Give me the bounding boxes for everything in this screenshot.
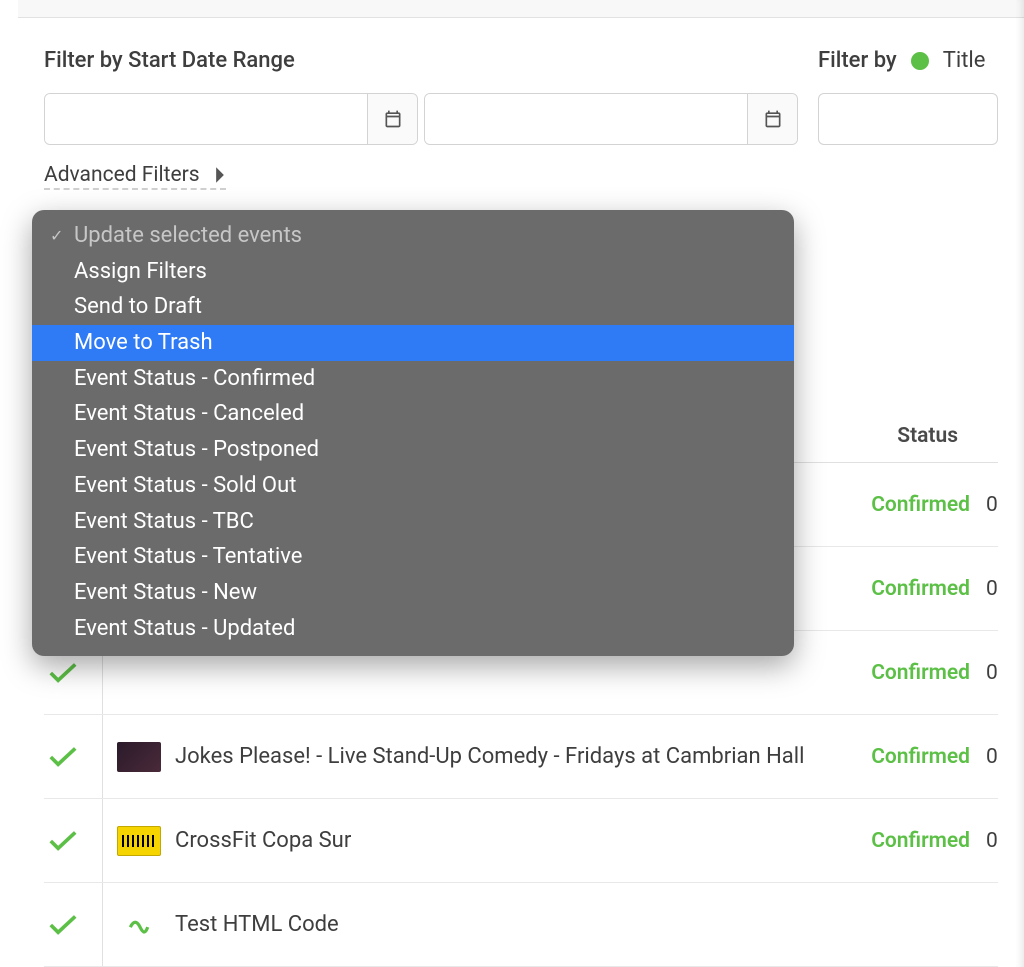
end-date-input[interactable] [425, 94, 747, 144]
row-status: Confirmed [871, 577, 986, 601]
dropdown-item[interactable]: ✓Event Status - Updated [32, 611, 794, 647]
row-extra: 0 [986, 493, 998, 517]
dropdown-item-label: Event Status - Updated [74, 614, 295, 644]
row-extra: 0 [986, 577, 998, 601]
status-column-header: Status [897, 424, 998, 448]
dropdown-item-label: Event Status - New [74, 578, 257, 608]
bulk-action-dropdown[interactable]: ✓ Update selected events✓Assign Filters✓S… [32, 210, 794, 656]
dropdown-item[interactable]: ✓Event Status - Tentative [32, 539, 794, 575]
row-extra: 0 [986, 661, 998, 685]
check-icon [48, 914, 78, 936]
date-range-label: Filter by Start Date Range [44, 48, 798, 73]
dropdown-item[interactable]: ✓Event Status - TBC [32, 504, 794, 540]
dropdown-item[interactable]: ✓Event Status - New [32, 575, 794, 611]
calendar-icon [383, 109, 403, 129]
row-selected-check[interactable] [44, 914, 102, 936]
dropdown-item-label: Event Status - TBC [74, 507, 254, 537]
filter-by-input[interactable] [818, 93, 998, 145]
table-row[interactable]: Test HTML Code [44, 883, 998, 967]
start-date-calendar-button[interactable] [367, 94, 417, 144]
dropdown-item[interactable]: ✓Event Status - Sold Out [32, 468, 794, 504]
end-date-calendar-button[interactable] [747, 94, 797, 144]
dropdown-item[interactable]: ✓Event Status - Canceled [32, 396, 794, 432]
end-date-field-wrap [424, 93, 798, 145]
dropdown-item[interactable]: ✓Move to Trash [32, 325, 794, 361]
check-icon [48, 830, 78, 852]
dropdown-item-label: Update selected events [74, 221, 302, 251]
row-extra: 0 [986, 745, 998, 769]
filter-by-label: Filter by [818, 48, 897, 73]
event-thumbnail [117, 826, 161, 856]
dropdown-item-label: Assign Filters [74, 257, 207, 287]
row-status: Confirmed [871, 493, 986, 517]
checkmark-icon: ✓ [50, 225, 66, 247]
row-extra: 0 [986, 829, 998, 853]
row-title: Test HTML Code [175, 912, 970, 937]
chevron-right-icon [214, 166, 226, 184]
dropdown-item-label: Event Status - Tentative [74, 542, 302, 572]
dropdown-item[interactable]: ✓Send to Draft [32, 289, 794, 325]
dropdown-item-label: Event Status - Confirmed [74, 364, 315, 394]
row-status: Confirmed [871, 829, 986, 853]
row-selected-check[interactable] [44, 662, 102, 684]
check-icon [48, 662, 78, 684]
dropdown-item[interactable]: ✓Event Status - Postponed [32, 432, 794, 468]
calendar-icon [763, 109, 783, 129]
dropdown-item[interactable]: ✓Assign Filters [32, 254, 794, 290]
filter-by-title-label: Title [943, 48, 986, 73]
start-date-field-wrap [44, 93, 418, 145]
table-row[interactable]: Jokes Please! - Live Stand-Up Comedy - F… [44, 715, 998, 799]
dropdown-item[interactable]: ✓Event Status - Confirmed [32, 361, 794, 397]
row-title: Jokes Please! - Live Stand-Up Comedy - F… [175, 744, 871, 769]
row-status: Confirmed [871, 745, 986, 769]
dropdown-item-label: Event Status - Postponed [74, 435, 319, 465]
row-selected-check[interactable] [44, 746, 102, 768]
table-row[interactable]: CrossFit Copa Sur Confirmed 0 [44, 799, 998, 883]
dropdown-item-label: Event Status - Canceled [74, 399, 304, 429]
row-status: Confirmed [871, 661, 986, 685]
start-date-input[interactable] [45, 94, 367, 144]
advanced-filters-label: Advanced Filters [44, 163, 200, 187]
dropdown-item-label: Move to Trash [74, 328, 213, 358]
filter-active-dot-icon [911, 52, 929, 70]
check-icon [48, 746, 78, 768]
dropdown-item[interactable]: ✓ Update selected events [32, 218, 794, 254]
event-thumbnail [117, 742, 161, 772]
row-selected-check[interactable] [44, 830, 102, 852]
advanced-filters-toggle[interactable]: Advanced Filters [44, 163, 226, 190]
row-title: CrossFit Copa Sur [175, 828, 871, 853]
dropdown-item-label: Event Status - Sold Out [74, 471, 296, 501]
event-thumbnail [117, 910, 161, 940]
dropdown-item-label: Send to Draft [74, 292, 202, 322]
